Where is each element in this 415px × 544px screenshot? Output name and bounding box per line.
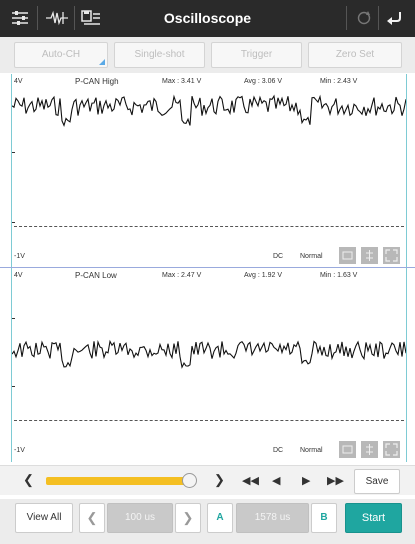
channel-footer: -1V DC Normal [12,244,406,266]
signal-trace [12,94,406,128]
playback-slider[interactable] [46,477,196,485]
step-forward-icon[interactable]: ▶ [302,474,310,487]
auto-ch-label: Auto-CH [41,49,81,60]
trigger-button[interactable]: Trigger [211,42,302,68]
single-shot-button[interactable]: Single-shot [114,42,205,68]
chevron-left-icon[interactable]: ❮ [23,472,34,488]
expand-icon[interactable] [383,247,400,264]
mode-bar: Auto-CH Single-shot Trigger Zero Set [0,37,415,73]
coupling-label: DC [273,253,284,260]
cursor-delta-value: 1578 us [236,503,309,533]
scale-bottom-label: -1V [14,253,25,260]
fast-forward-icon[interactable]: ▶▶ [327,474,344,487]
waveform-trace [12,94,406,128]
expand-icon[interactable] [383,441,400,458]
channel-scale-icon[interactable] [361,247,378,264]
step-back-icon[interactable]: ◀ [272,474,280,487]
refresh-icon[interactable] [353,8,375,28]
channel-panel-low[interactable]: 4V P-CAN Low Max : 2.47 V Avg : 1.92 V M… [11,268,407,462]
playback-bar: ❮ ❯ ◀◀ ◀ ▶ ▶▶ Save [0,465,415,495]
start-button[interactable]: Start [345,503,402,533]
toolbar-separator [378,6,379,30]
save-button[interactable]: Save [354,469,400,494]
back-icon[interactable] [384,8,406,28]
chevron-right-icon[interactable]: ❯ [214,472,225,488]
coupling-label: DC [273,447,284,454]
dropdown-corner-icon [99,59,105,65]
trigger-mode-label: Normal [300,447,323,454]
channel-scale-icon[interactable] [361,441,378,458]
zero-line [14,226,404,227]
auto-ch-button[interactable]: Auto-CH [14,42,108,68]
signal-trace [12,339,406,369]
slider-handle[interactable] [182,473,197,488]
time-increase-button[interactable]: ❯ [175,503,201,533]
trigger-mode-label: Normal [300,253,323,260]
channel-settings-icon[interactable] [339,247,356,264]
view-all-button[interactable]: View All [15,503,73,533]
time-div-value: 100 us [107,503,173,533]
toolbar-separator [346,6,347,30]
control-bar: View All ❮ 100 us ❯ A 1578 us B Start [0,499,415,544]
time-decrease-button[interactable]: ❮ [79,503,105,533]
zero-line [14,420,404,421]
rewind-icon[interactable]: ◀◀ [242,474,259,487]
channel-panel-high[interactable]: 4V P-CAN High Max : 3.41 V Avg : 3.06 V … [11,74,407,267]
scale-bottom-label: -1V [14,447,25,454]
channel-footer: -1V DC Normal [12,438,406,460]
waveform-trace [12,339,406,369]
title-bar: Oscilloscope [0,0,415,37]
cursor-b-button[interactable]: B [311,503,337,533]
cursor-a-button[interactable]: A [207,503,233,533]
channel-settings-icon[interactable] [339,441,356,458]
zero-set-button[interactable]: Zero Set [308,42,402,68]
